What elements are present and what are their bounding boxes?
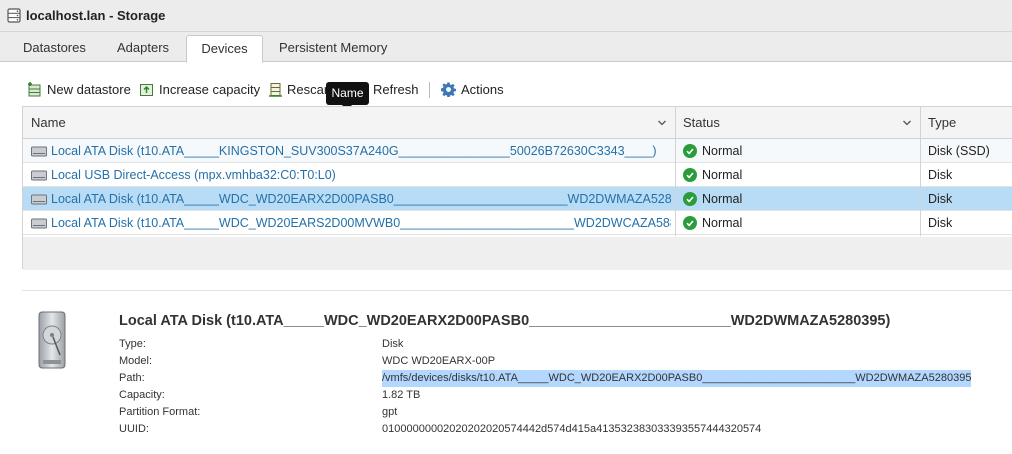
status-cell: Normal [683, 187, 913, 211]
column-status-label: Status [683, 115, 720, 130]
status-text: Normal [702, 144, 743, 158]
type-cell: Disk [928, 192, 953, 206]
toolbar-separator [429, 82, 430, 98]
storage-icon [7, 8, 21, 23]
status-text: Normal [702, 192, 743, 206]
refresh-label: Refresh [373, 81, 419, 97]
new-datastore-button[interactable]: New datastore [27, 74, 131, 104]
detail-value: 1.82 TB [382, 389, 421, 401]
column-header-status[interactable]: Status [675, 107, 920, 139]
name-tooltip: Name [326, 82, 369, 110]
increase-capacity-icon [140, 83, 153, 96]
type-cell: Disk (SSD) [928, 144, 990, 158]
device-name[interactable]: Local ATA Disk (t10.ATA_____KINGSTON_SUV… [51, 139, 657, 163]
disk-icon [31, 194, 47, 204]
detail-key: Model: [119, 355, 153, 367]
gear-icon [441, 81, 456, 97]
detail-key: Path: [119, 372, 145, 384]
column-header-name[interactable]: Name [23, 107, 675, 139]
column-name-label: Name [31, 115, 66, 130]
column-type-label: Type [928, 115, 957, 130]
chevron-down-icon[interactable] [657, 107, 667, 139]
table-row[interactable]: Local ATA Disk (t10.ATA_____WDC_WD20EARS… [23, 211, 1012, 235]
tab-adapters[interactable]: Adapters [105, 35, 181, 62]
rescan-button[interactable]: Rescan [269, 74, 331, 104]
hard-disk-icon [38, 311, 66, 369]
detail-key: Capacity: [119, 389, 165, 401]
toolbar: New datastore Increase capacity Rescan R… [0, 74, 1012, 104]
column-divider[interactable] [920, 107, 921, 236]
tab-persistent-memory[interactable]: Persistent Memory [267, 35, 399, 62]
detail-title: Local ATA Disk (t10.ATA_____WDC_WD20EARX… [119, 313, 891, 329]
tab-devices[interactable]: Devices [186, 35, 263, 63]
disk-icon [31, 170, 47, 180]
type-cell: Disk [928, 216, 953, 230]
detail-key: UUID: [119, 423, 149, 435]
check-circle-icon [683, 192, 697, 206]
actions-label: Actions [461, 81, 504, 97]
status-cell: Normal [683, 211, 913, 235]
devices-grid: Name Status Type Local ATA Disk (t10.ATA… [22, 106, 1012, 270]
status-cell: Normal [683, 139, 913, 163]
window-title: localhost.lan - Storage [26, 8, 166, 23]
check-circle-icon [683, 144, 697, 158]
check-circle-icon [683, 168, 697, 182]
device-name-cell: Local ATA Disk (t10.ATA_____WDC_WD20EARS… [31, 211, 671, 235]
window-titlebar: localhost.lan - Storage [0, 0, 1012, 32]
increase-capacity-label: Increase capacity [159, 81, 261, 97]
column-header-type[interactable]: Type [920, 107, 1012, 139]
grid-header: Name Status Type [23, 107, 1012, 139]
type-cell: Disk [928, 168, 953, 182]
device-name[interactable]: Local ATA Disk (t10.ATA_____WDC_WD20EARX… [51, 187, 671, 211]
device-name-cell: Local ATA Disk (t10.ATA_____KINGSTON_SUV… [31, 139, 671, 163]
new-datastore-label: New datastore [47, 81, 131, 97]
new-datastore-icon [28, 81, 41, 96]
table-row[interactable]: Local ATA Disk (t10.ATA_____KINGSTON_SUV… [23, 139, 1012, 163]
device-name[interactable]: Local USB Direct-Access (mpx.vmhba32:C0:… [51, 163, 336, 187]
status-text: Normal [702, 216, 743, 230]
column-divider[interactable] [675, 107, 676, 236]
rescan-icon [269, 82, 282, 97]
chevron-down-icon[interactable] [902, 107, 912, 139]
detail-value: gpt [382, 406, 398, 418]
detail-key: Partition Format: [119, 406, 201, 418]
detail-value-path[interactable]: /vmfs/devices/disks/t10.ATA_____WDC_WD20… [382, 370, 972, 387]
device-detail-panel: Local ATA Disk (t10.ATA_____WDC_WD20EARX… [22, 290, 1012, 454]
disk-icon [31, 146, 47, 156]
detail-key: Type: [119, 338, 146, 350]
status-text: Normal [702, 168, 743, 182]
detail-value: Disk [382, 338, 404, 350]
device-name-cell: Local ATA Disk (t10.ATA_____WDC_WD20EARX… [31, 187, 671, 211]
table-row[interactable]: Local ATA Disk (t10.ATA_____WDC_WD20EARX… [23, 187, 1012, 211]
detail-value: 01000000002020202020574442d574d415a41353… [382, 423, 762, 435]
table-row[interactable]: Local USB Direct-Access (mpx.vmhba32:C0:… [23, 163, 1012, 187]
grid-empty-area [23, 237, 1012, 270]
check-circle-icon [683, 216, 697, 230]
refresh-button[interactable]: Refresh [373, 74, 419, 104]
disk-icon [31, 218, 47, 228]
status-cell: Normal [683, 163, 913, 187]
rescan-label: Rescan [287, 81, 332, 97]
detail-value: WDC WD20EARX-00P [382, 355, 496, 367]
actions-button[interactable]: Actions [441, 74, 504, 104]
increase-capacity-button[interactable]: Increase capacity [139, 74, 260, 104]
tab-bar: Datastores Adapters Devices Persistent M… [0, 32, 1012, 63]
tab-datastores[interactable]: Datastores [11, 35, 98, 62]
device-name[interactable]: Local ATA Disk (t10.ATA_____WDC_WD20EARS… [51, 211, 671, 235]
device-name-cell: Local USB Direct-Access (mpx.vmhba32:C0:… [31, 163, 671, 187]
